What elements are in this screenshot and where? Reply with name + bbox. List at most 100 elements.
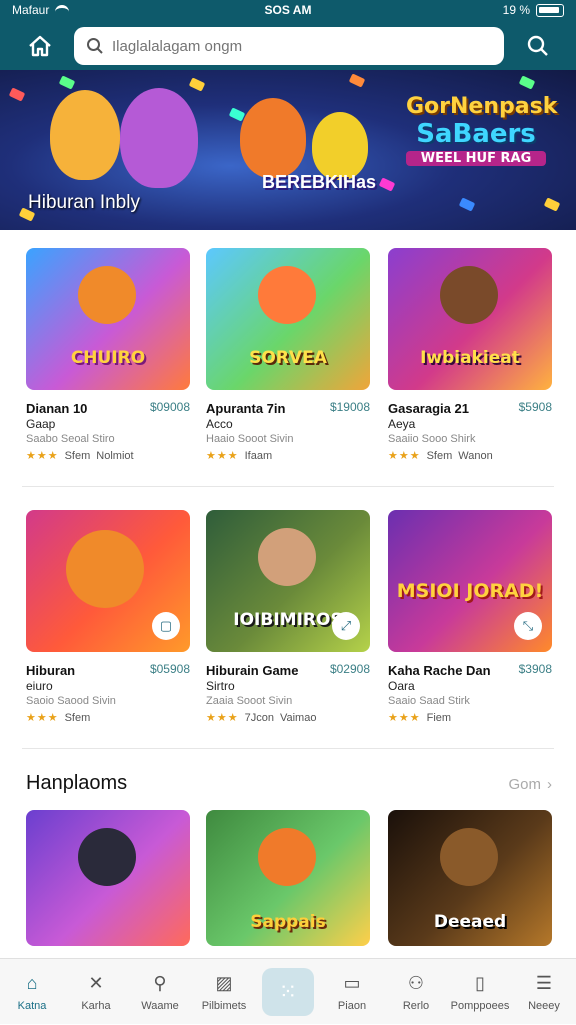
game-card[interactable]: ▢ Hiburan $05908 eiuro Saoio Saood Sivin … bbox=[26, 510, 190, 724]
rating-text: Sfem bbox=[64, 449, 91, 462]
game-card[interactable] bbox=[26, 810, 190, 946]
character-art bbox=[78, 266, 136, 324]
expand-button[interactable]: ⤢ bbox=[332, 612, 360, 640]
battery-label: 19 % bbox=[502, 3, 530, 17]
star-rating: ★★★ bbox=[388, 712, 421, 724]
hero-game-logo: BEREBKIHas bbox=[262, 172, 377, 192]
rating-extra: Vaimao bbox=[279, 711, 317, 724]
character-art bbox=[258, 528, 316, 586]
character-art bbox=[78, 828, 136, 886]
rating-text: Sfem bbox=[426, 449, 453, 462]
game-thumbnail[interactable]: SORVEA bbox=[206, 248, 370, 390]
nav-item-karha[interactable]: ✕ Karha bbox=[64, 959, 128, 1025]
character-art bbox=[440, 828, 498, 886]
game-price: $19008 bbox=[329, 400, 370, 414]
game-thumbnail[interactable]: ▢ bbox=[26, 510, 190, 652]
nav-label: Neeey bbox=[528, 1000, 560, 1012]
nav-item-waame[interactable]: ⚲ Waame bbox=[128, 959, 192, 1025]
device-icon: ▯ bbox=[475, 972, 485, 993]
game-name: Dianan 10 bbox=[26, 401, 88, 416]
row-divider bbox=[22, 486, 554, 487]
nav-item-rerlo[interactable]: ⚇ Rerlo bbox=[384, 959, 448, 1025]
game-price: $3908 bbox=[518, 662, 552, 676]
see-all-link[interactable]: Gom › bbox=[508, 776, 552, 793]
game-card[interactable]: MSIOI JORAD! ⤡ Kaha Rache Dan $3908 Oara … bbox=[388, 510, 552, 724]
image-icon: ▨ bbox=[215, 972, 233, 993]
search-button[interactable] bbox=[522, 30, 554, 62]
game-thumbnail[interactable]: CHUIRO bbox=[26, 248, 190, 390]
star-rating: ★★★ bbox=[206, 712, 239, 724]
nav-item-piaon[interactable]: ▭ Piaon bbox=[320, 959, 384, 1025]
game-card[interactable]: SORVEA Apuranta 7in $19008 Acco Haaio Soo… bbox=[206, 248, 370, 462]
battery-icon bbox=[536, 3, 564, 17]
game-card[interactable]: IOIBIMIROS ⤢ Hiburain Game $02908 Sirtro … bbox=[206, 510, 370, 724]
game-card[interactable]: Iwbiakieat Gasaragia 21 $5908 Aeya Saaiio… bbox=[388, 248, 552, 462]
game-card[interactable]: Sappais bbox=[206, 810, 370, 946]
nav-label: Pilbimets bbox=[201, 1000, 247, 1012]
star-rating: ★★★ bbox=[26, 450, 59, 462]
game-thumbnail[interactable]: MSIOI JORAD! ⤡ bbox=[388, 510, 552, 652]
search-icon bbox=[527, 35, 548, 56]
top-header: Mafaur SOS AM 19 % bbox=[0, 0, 576, 70]
game-name: Hiburain Game bbox=[206, 663, 299, 678]
game-name: Hiburan bbox=[26, 663, 76, 678]
game-meta: Haaio Sooot Sivin bbox=[206, 433, 294, 445]
hero-caption: Hiburan Inbly bbox=[28, 192, 140, 213]
game-meta: Saabo Seoal Stiro bbox=[26, 433, 115, 445]
nav-label: Piaon bbox=[337, 1000, 367, 1012]
collapse-button[interactable]: ⤡ bbox=[514, 612, 542, 640]
hero-character-hamster bbox=[50, 90, 120, 180]
search-input[interactable] bbox=[112, 37, 482, 55]
hero-title-line2: SaBaers bbox=[416, 119, 536, 149]
menu-icon: ☰ bbox=[535, 972, 553, 993]
game-meta: Saoio Saood Sivin bbox=[26, 695, 116, 707]
game-price: $02908 bbox=[329, 662, 370, 676]
rating-text: 7Jcon bbox=[244, 711, 274, 724]
save-button[interactable]: ▢ bbox=[152, 612, 180, 640]
message-icon: ▭ bbox=[343, 972, 361, 993]
game-thumbnail[interactable]: IOIBIMIROS ⤢ bbox=[206, 510, 370, 652]
game-price: $09008 bbox=[149, 400, 190, 414]
search-icon bbox=[87, 38, 103, 54]
game-thumbnail[interactable]: Sappais bbox=[206, 810, 370, 946]
section-title: Hanplaoms bbox=[26, 772, 128, 794]
rating-text: Ifaam bbox=[244, 449, 273, 462]
hero-title-art: GorNenpask SaBaers WEEL HUF RAG bbox=[406, 94, 558, 166]
game-subtitle: Acco bbox=[206, 417, 233, 431]
game-art-title: Iwbiakieat bbox=[420, 348, 520, 368]
rating-text: Sfem bbox=[64, 711, 91, 724]
game-subtitle: Aeya bbox=[388, 417, 416, 431]
home-button[interactable] bbox=[22, 30, 58, 62]
game-subtitle: Oara bbox=[388, 679, 415, 693]
chevron-right-icon: › bbox=[547, 776, 552, 793]
game-card[interactable]: Deeaed bbox=[388, 810, 552, 946]
nav-item-pilbimets[interactable]: ▨ Pilbimets bbox=[192, 959, 256, 1025]
search-person-icon: ⚲ bbox=[153, 972, 167, 993]
hero-banner[interactable]: BEREBKIHas GorNenpask SaBaers WEEL HUF R… bbox=[0, 70, 576, 230]
nav-item-neeey[interactable]: ☰ Neeey bbox=[512, 959, 576, 1025]
search-bar[interactable] bbox=[74, 27, 504, 65]
hero-title-line1: GorNenpask bbox=[406, 94, 558, 119]
game-card[interactable]: CHUIRO Dianan 10 $09008 Gaap Saabo Seoal … bbox=[26, 248, 190, 462]
nav-label: Karha bbox=[81, 1000, 111, 1012]
hero-title-line3: WEEL HUF RAG bbox=[406, 151, 546, 166]
game-subtitle: Gaap bbox=[26, 417, 56, 431]
profile-icon: ⚇ bbox=[407, 972, 425, 993]
home-icon bbox=[29, 35, 51, 57]
character-art bbox=[258, 828, 316, 886]
game-price: $05908 bbox=[149, 662, 190, 676]
nav-item-katna[interactable]: ⌂ Katna bbox=[0, 959, 64, 1025]
game-thumbnail[interactable]: Iwbiakieat bbox=[388, 248, 552, 390]
game-meta: Zaaia Sooot Sivin bbox=[206, 695, 293, 707]
game-art-title: Sappais bbox=[250, 912, 326, 932]
rating-extra: Wanon bbox=[458, 449, 493, 462]
game-art-title: SORVEA bbox=[249, 348, 327, 368]
grid-icon: ⁙ bbox=[262, 968, 314, 1016]
game-thumbnail[interactable]: Deeaed bbox=[388, 810, 552, 946]
nav-item-pomppoees[interactable]: ▯ Pomppoees bbox=[448, 959, 512, 1025]
nav-item-center[interactable]: ⁙ bbox=[256, 959, 320, 1025]
hero-character-tiger bbox=[312, 112, 368, 180]
game-thumbnail[interactable] bbox=[26, 810, 190, 946]
nav-label: Rerlo bbox=[402, 1000, 430, 1012]
game-name: Gasaragia 21 bbox=[388, 401, 469, 416]
